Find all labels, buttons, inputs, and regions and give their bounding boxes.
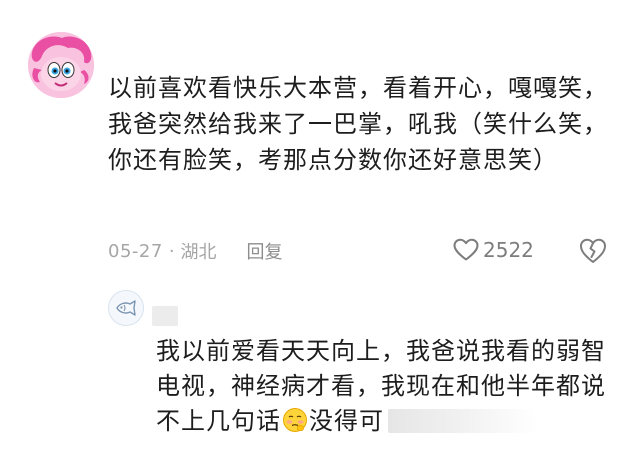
embarrassed-face-emoji-icon [282, 407, 308, 443]
comment-date: 05-27 [108, 240, 163, 262]
reply-avatar[interactable] [108, 290, 144, 326]
like-button[interactable]: 2522 [453, 234, 534, 266]
broken-heart-icon [580, 238, 606, 263]
pink-pony-avatar-icon [28, 32, 94, 98]
heart-outline-icon [453, 238, 479, 261]
meta-separator: · [168, 240, 175, 262]
fish-avatar-icon [116, 300, 136, 316]
comment-meta: 05-27 · 湖北 回复 [108, 236, 283, 266]
comment-location: 湖北 [180, 242, 217, 263]
reply-text: 我以前爱看天天向上，我爸说我看的弱智电视，神经病才看，我现在和他半年都说不上几句… [156, 334, 626, 443]
dislike-button[interactable] [578, 236, 608, 266]
reply-username-mask [152, 306, 178, 326]
cut-off-text-fade [388, 409, 538, 433]
comment-text: 以前喜欢看快乐大本营，看着开心，嘎嘎笑，我爸突然给我来了一巴掌，吼我（笑什么笑，… [108, 74, 608, 174]
reply-text-tail: 没得可 [309, 407, 384, 435]
like-count: 2522 [483, 238, 534, 262]
avatar[interactable] [28, 32, 94, 98]
reply-button[interactable]: 回复 [247, 238, 283, 264]
